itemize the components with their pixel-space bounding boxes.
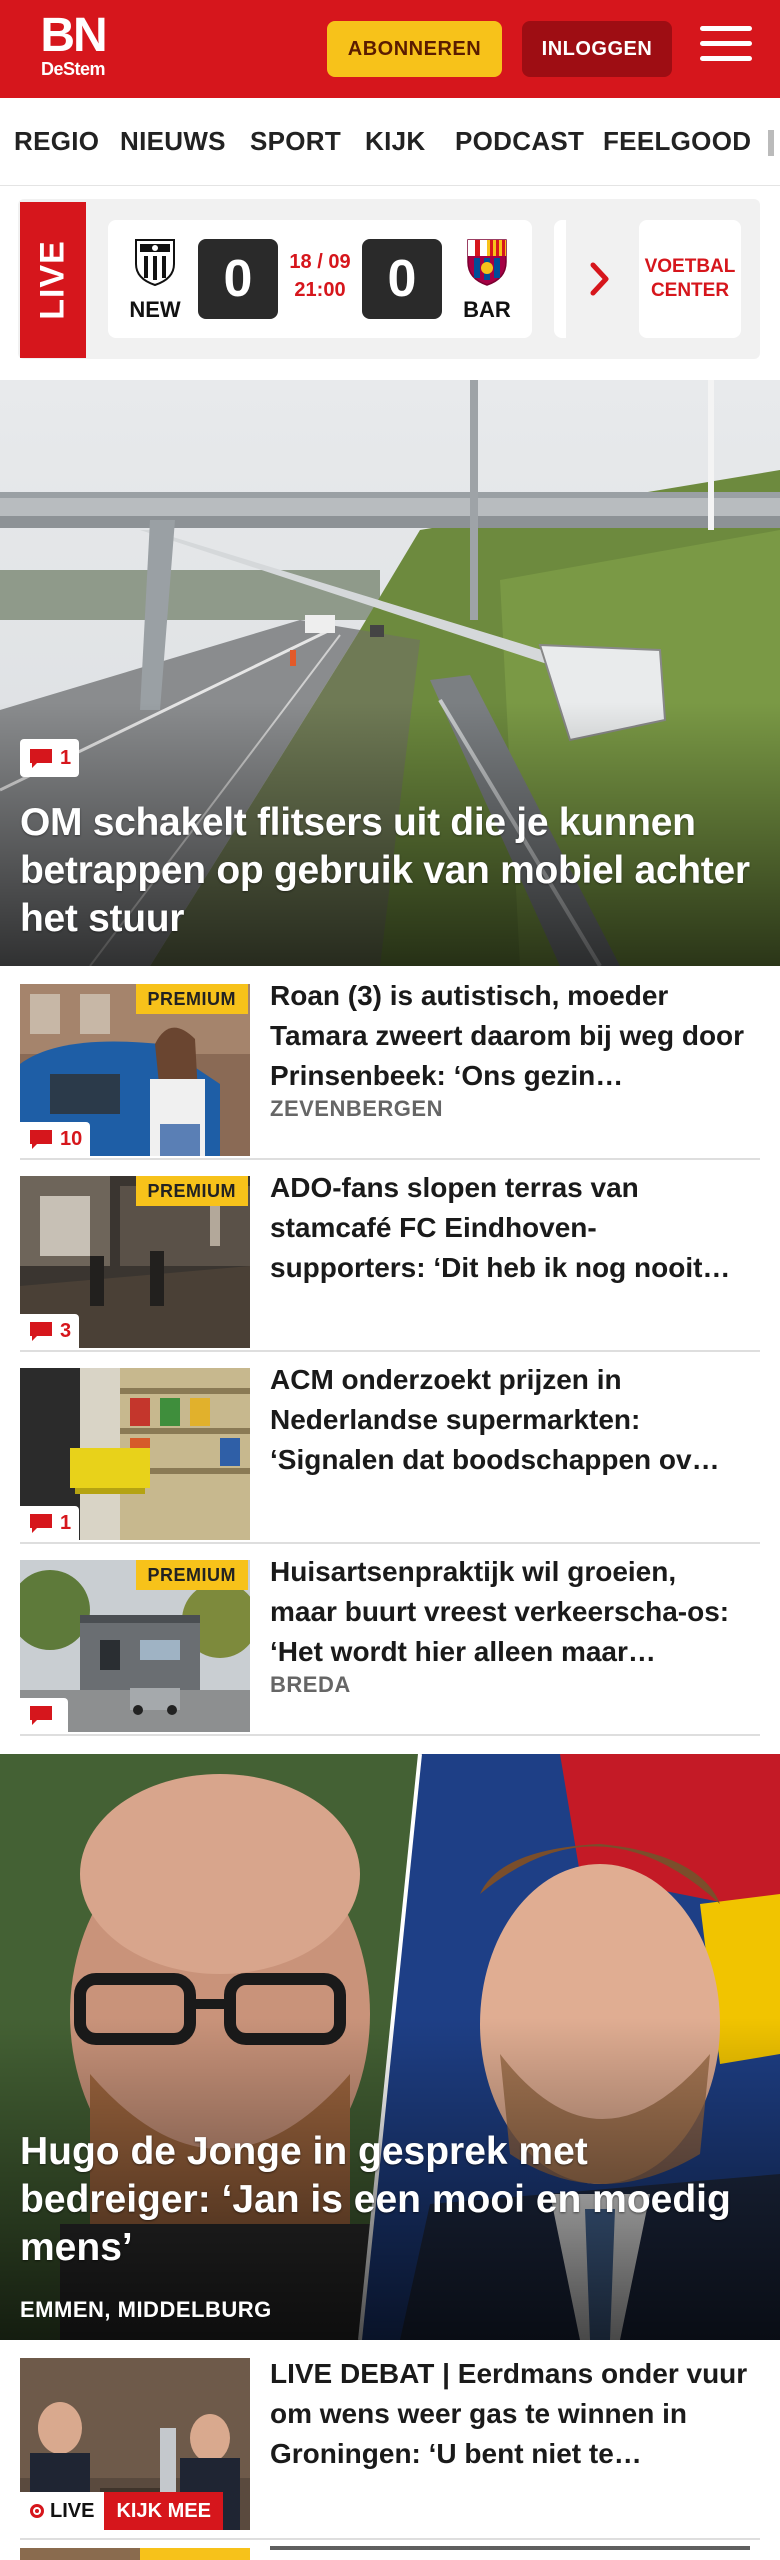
article-thumbnail[interactable]: LIVE KIJK MEE	[20, 2358, 250, 2530]
voetbal-center-label-2: CENTER	[650, 280, 730, 301]
nav-item-regio[interactable]: REGIO	[14, 126, 99, 157]
logo-sub: DeStem	[40, 59, 106, 79]
nav-item-nieuws[interactable]: NIEUWS	[120, 126, 226, 157]
hero-comment-count: 1	[60, 746, 72, 769]
article-comment-badge[interactable]: 3	[20, 1314, 80, 1348]
live-label: LIVE	[33, 240, 72, 320]
article-item[interactable]: PREMIUM Huisartsenpraktijk wil groeien, …	[20, 1546, 760, 1736]
site-header: BN DeStem ABONNEREN INLOGGEN	[0, 0, 780, 98]
live-indicator-label: LIVE	[50, 2499, 95, 2522]
match-date: 18 / 09	[289, 251, 351, 273]
comment-icon	[30, 749, 52, 768]
article-item-live[interactable]: LIVE KIJK MEE LIVE DEBAT | Eerdmans onde…	[20, 2342, 760, 2540]
premium-badge: PREMIUM	[135, 984, 248, 1014]
article-location: BREDA	[270, 1672, 351, 1697]
premium-badge: PREMIUM	[135, 1560, 248, 1590]
comment-icon	[30, 1322, 52, 1341]
hero-comment-badge[interactable]: 1	[20, 739, 80, 777]
premium-badge-partial	[140, 2548, 250, 2560]
feature-location: EMMEN, MIDDELBURG	[20, 2297, 272, 2322]
live-label-tab: LIVE	[20, 202, 86, 358]
article-title[interactable]: Huisartsenpraktijk wil groeien, maar buu…	[270, 1552, 750, 1672]
feature-article[interactable]: Hugo de Jonge in gesprek met bedreiger: …	[0, 1754, 780, 2340]
hero-title[interactable]: OM schakelt flitsers uit die je kunnen b…	[20, 799, 750, 943]
away-team: BAR	[452, 236, 522, 323]
match-time: 21:00	[294, 279, 346, 301]
article-title[interactable]: Roan (3) is autistisch, moeder Tamara zw…	[270, 976, 750, 1096]
article-thumbnail[interactable]: PREMIUM 10	[20, 984, 250, 1156]
home-team-code: NEW	[129, 297, 181, 322]
nav-item-kijk[interactable]: KIJK	[365, 126, 425, 157]
article-comment-count: 3	[60, 1319, 72, 1342]
login-button[interactable]: INLOGGEN	[522, 21, 672, 77]
chevron-right-icon[interactable]	[590, 262, 610, 296]
match-card[interactable]: NEW 0 18 / 09 21:00 0 BAR	[108, 220, 532, 338]
nav-item-sport[interactable]: SPORT	[250, 126, 341, 157]
article-location: ZEVENBERGEN	[270, 1096, 443, 1121]
live-indicator: LIVE	[20, 2492, 105, 2530]
voetbal-center-label-1: VOETBAL	[644, 256, 736, 277]
article-item[interactable]: PREMIUM 10 Roan (3) is autistisch, moede…	[20, 970, 760, 1160]
away-score: 0	[362, 239, 442, 319]
article-title[interactable]: LIVE DEBAT | Eerdmans onder vuur om wens…	[270, 2354, 750, 2474]
article-title[interactable]: ACM onderzoekt prijzen in Nederlandse su…	[270, 1360, 750, 1480]
match-datetime: 18 / 09 21:00	[283, 248, 357, 304]
article-comment-count: 1	[60, 1511, 72, 1534]
next-match-card-stub[interactable]	[554, 220, 566, 338]
live-dot-icon	[30, 2504, 44, 2518]
article-comment-badge[interactable]: 1	[20, 1506, 80, 1540]
nav-overflow-indicator	[768, 130, 774, 156]
logo-main: BN	[40, 9, 107, 62]
article-thumbnail[interactable]: 1	[20, 1368, 250, 1540]
newcastle-crest-icon	[135, 239, 175, 287]
nav-item-feelgood[interactable]: FEELGOOD	[603, 126, 751, 157]
article-title[interactable]: ADO-fans slopen terras van stamcafé FC E…	[270, 1168, 750, 1288]
main-nav: REGIO NIEUWS SPORT KIJK PODCAST FEELGOOD	[0, 98, 780, 186]
article-comment-badge[interactable]	[20, 1698, 68, 1732]
voetbal-center-link[interactable]: VOETBAL CENTER	[639, 220, 741, 338]
article-comment-count: 10	[60, 1127, 83, 1150]
article-comment-badge[interactable]: 10	[20, 1122, 91, 1156]
hero-article[interactable]: 1 OM schakelt flitsers uit die je kunnen…	[0, 380, 780, 966]
barcelona-crest-icon	[467, 239, 507, 286]
home-score: 0	[198, 239, 278, 319]
feature-title[interactable]: Hugo de Jonge in gesprek met bedreiger: …	[20, 2128, 760, 2272]
comment-icon	[30, 1706, 52, 1725]
home-team: NEW	[120, 236, 190, 323]
away-team-code: BAR	[463, 297, 511, 322]
article-item[interactable]: 1 ACM onderzoekt prijzen in Nederlandse …	[20, 1354, 760, 1544]
article-title-partial[interactable]	[270, 2546, 750, 2560]
watch-along-button[interactable]: KIJK MEE	[104, 2492, 223, 2530]
comment-icon	[30, 1514, 52, 1533]
live-scores-bar: LIVE NEW 0 18 / 09 21:00 0 BAR VOETBAL C…	[18, 199, 760, 359]
menu-icon[interactable]	[700, 26, 752, 70]
nav-item-podcast[interactable]: PODCAST	[455, 126, 584, 157]
site-logo[interactable]: BN DeStem	[28, 9, 118, 86]
article-thumbnail[interactable]: PREMIUM	[20, 1560, 250, 1732]
comment-icon	[30, 1130, 52, 1149]
subscribe-button[interactable]: ABONNEREN	[327, 21, 502, 77]
live-watch-badge[interactable]: LIVE KIJK MEE	[20, 2492, 223, 2530]
article-thumbnail[interactable]: PREMIUM 3	[20, 1176, 250, 1348]
article-item[interactable]: PREMIUM 3 ADO-fans slopen terras van sta…	[20, 1162, 760, 1352]
premium-badge: PREMIUM	[135, 1176, 248, 1206]
article-thumbnail-partial[interactable]	[20, 2548, 250, 2560]
